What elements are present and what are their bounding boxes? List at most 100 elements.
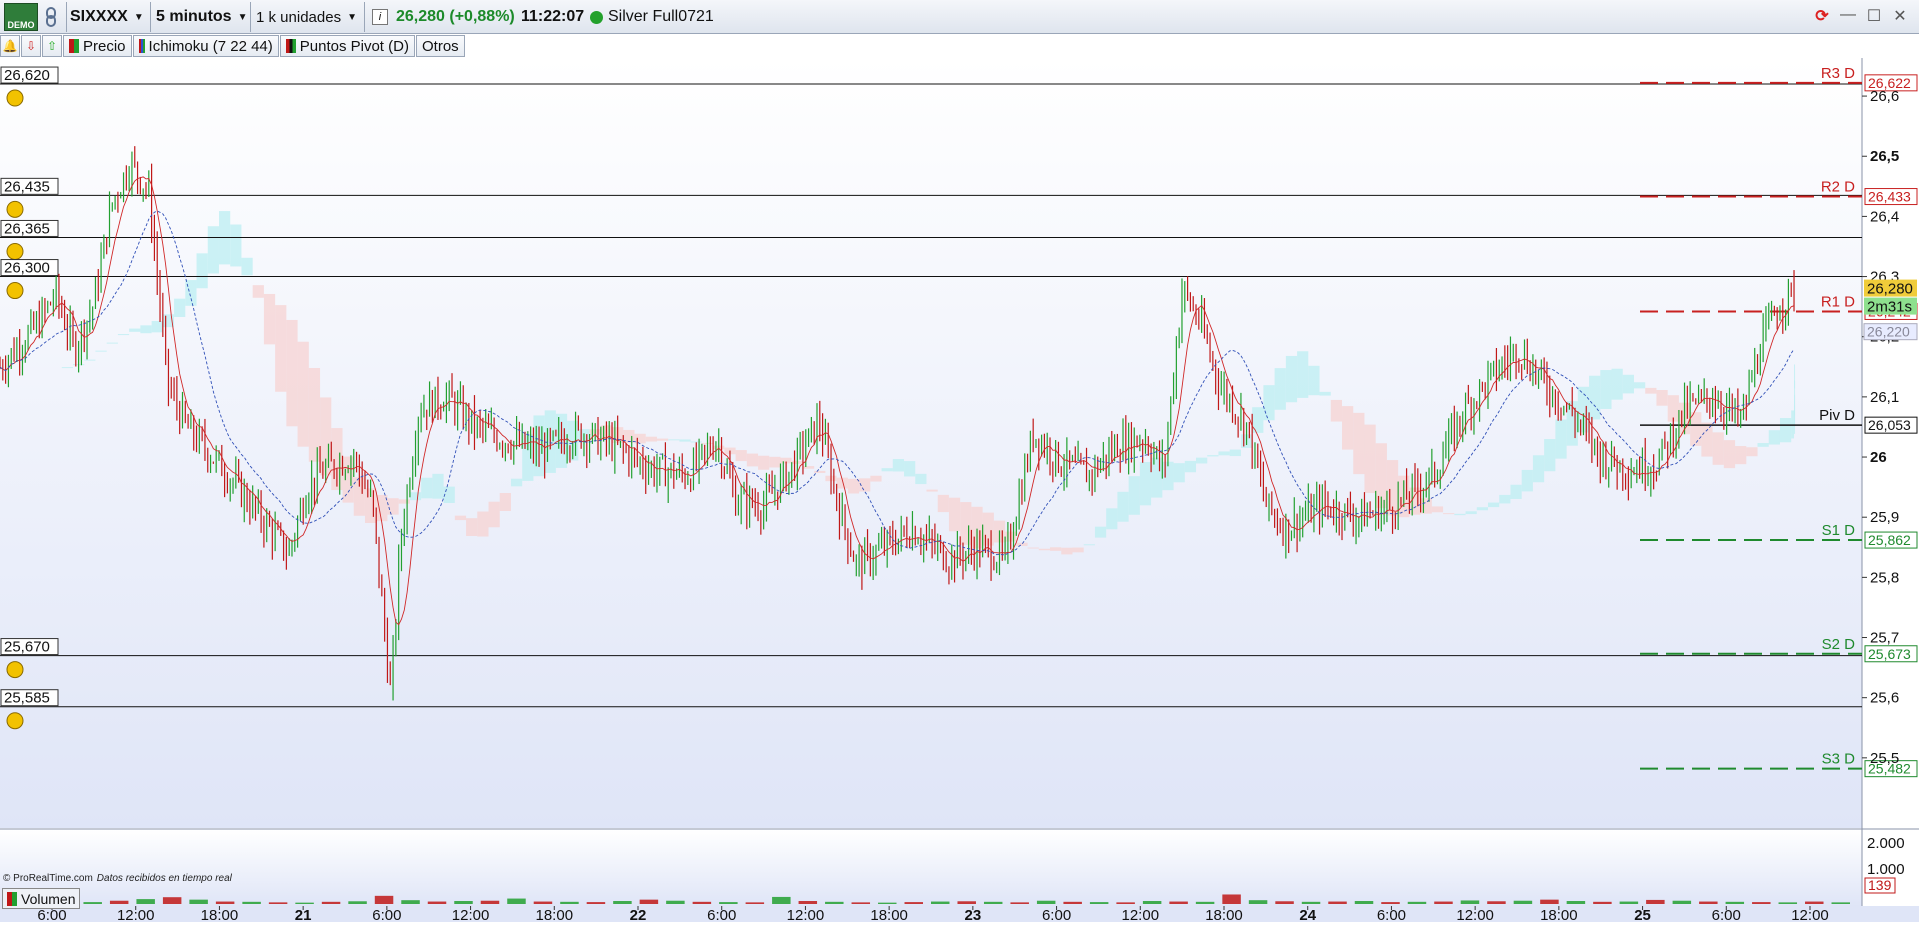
kumo-segment <box>1173 463 1185 483</box>
alert-bell-icon <box>6 200 24 218</box>
kumo-segment <box>1431 506 1444 513</box>
alert-price-label: 26,620 <box>4 67 50 84</box>
alert-bell-icon <box>6 242 24 260</box>
kumo-segment <box>1285 355 1298 403</box>
pivot-value-label: 25,673 <box>1868 646 1911 662</box>
pivot-value-label: 26,053 <box>1868 417 1911 433</box>
volume-bar <box>454 901 473 904</box>
kumo-segment <box>1308 365 1320 396</box>
volume-bar <box>798 901 818 904</box>
volume-pane <box>0 830 1862 906</box>
indicator-pivots[interactable]: Puntos Pivot (D) <box>279 35 415 57</box>
volume-bar <box>1381 902 1400 904</box>
volume-bar <box>1036 900 1056 904</box>
clock-display: 11:22:07 <box>521 8 585 25</box>
time-tick-label: 18:00 <box>1205 907 1243 922</box>
alert-price-label: 26,365 <box>4 220 50 237</box>
kumo-segment <box>117 334 130 336</box>
kumo-segment <box>870 475 882 482</box>
kumo-segment <box>1746 447 1758 457</box>
kumo-segment <box>645 436 657 442</box>
units-selector[interactable]: 1 k unidades ▼ <box>256 4 357 30</box>
volume-tick-label: 2.000 <box>1867 835 1905 852</box>
kumo-segment <box>1532 455 1545 483</box>
timeframe-selector[interactable]: 5 minutos ▼ <box>156 4 247 30</box>
kumo-segment <box>1589 375 1601 420</box>
kumo-segment <box>398 499 410 504</box>
link-icon[interactable] <box>44 4 62 30</box>
kumo-segment <box>1487 502 1500 508</box>
kumo-segment <box>1454 513 1466 516</box>
kumo-segment <box>735 450 747 462</box>
kumo-segment <box>1353 412 1365 475</box>
volume-indicator-button[interactable]: Volumen <box>2 888 81 909</box>
pivot-name: S1 D <box>1822 522 1856 539</box>
kumo-segment <box>1252 407 1264 433</box>
volume-bar <box>1354 901 1374 904</box>
kumo-segment <box>1016 542 1028 546</box>
kumo-segment <box>926 489 938 492</box>
ichimoku-value-label: 26,220 <box>1867 324 1910 340</box>
minimize-icon[interactable]: — <box>1839 6 1857 26</box>
maximize-icon[interactable]: ☐ <box>1865 6 1883 26</box>
kumo-segment <box>129 328 141 332</box>
kumo-segment <box>454 515 467 521</box>
price-chart[interactable]: 26,620 26,435 26,365 26,300 25,670 25,585 R3 … <box>0 58 1919 924</box>
kumo-segment <box>286 319 298 427</box>
info-icon[interactable]: i <box>372 9 388 25</box>
kumo-segment <box>1184 460 1197 473</box>
kumo-segment <box>679 439 691 442</box>
kumo-segment <box>1779 418 1792 443</box>
volume-bar <box>215 901 235 904</box>
volume-bar <box>1116 902 1135 904</box>
kumo-segment <box>342 456 354 503</box>
kumo-segment <box>1757 443 1769 447</box>
close-icon[interactable]: ✕ <box>1891 6 1909 26</box>
time-tick-label: 24 <box>1299 907 1316 922</box>
alert-bell-icon <box>6 712 24 730</box>
volume-bar <box>1672 900 1692 904</box>
pivot-value-label: 25,862 <box>1868 532 1911 548</box>
time-tick-label: 18:00 <box>1540 907 1578 922</box>
volume-bar <box>1725 901 1745 904</box>
kumo-segment <box>1794 364 1796 389</box>
volume-bar <box>957 901 976 904</box>
volume-bar <box>560 901 579 904</box>
kumo-segment <box>1342 406 1354 450</box>
indicator-ichimoku[interactable]: Ichimoku (7 22 44) <box>132 35 279 57</box>
chart-area[interactable]: 26,620 26,435 26,365 26,300 25,670 25,585 R3 … <box>0 58 1919 924</box>
kumo-segment <box>1139 462 1152 506</box>
kumo-segment <box>1633 382 1646 389</box>
kumo-segment <box>1611 368 1623 400</box>
kumo-segment <box>881 468 893 472</box>
price-pane <box>0 58 1862 828</box>
buy-arrow-icon[interactable]: ⇧ <box>42 35 62 57</box>
volume-bar <box>1275 901 1294 904</box>
kumo-segment <box>814 470 826 473</box>
time-tick-label: 25 <box>1634 907 1651 922</box>
kumo-segment <box>1128 476 1140 515</box>
sell-arrow-icon[interactable]: ⇩ <box>21 35 41 57</box>
time-tick-label: 12:00 <box>452 907 490 922</box>
kumo-segment <box>1712 432 1724 465</box>
refresh-icon[interactable]: ⟳ <box>1813 6 1831 26</box>
price-tick-label: 26,4 <box>1870 208 1899 225</box>
alert-bell-icon[interactable]: 🔔 <box>0 35 20 57</box>
copyright-note: © ProRealTime.com Datos recibidos en tiem… <box>3 873 232 884</box>
kumo-segment <box>1443 513 1455 515</box>
indicator-precio[interactable]: Precio <box>63 35 132 57</box>
kumo-segment <box>1656 389 1668 406</box>
alert-price-label: 25,670 <box>4 639 50 656</box>
kumo-segment <box>1207 455 1219 457</box>
volume-current-label: 139 <box>1868 877 1892 893</box>
volume-tick-label: 1.000 <box>1867 861 1905 878</box>
volume-bar <box>507 898 526 904</box>
kumo-segment <box>443 486 455 504</box>
volume-bar <box>1831 902 1850 904</box>
indicator-otros[interactable]: Otros <box>415 35 465 57</box>
volume-bar <box>1566 901 1586 904</box>
chevron-down-icon: ▼ <box>237 11 248 23</box>
kumo-segment <box>1476 507 1488 511</box>
symbol-selector[interactable]: SIXXXX ▼ <box>70 4 144 30</box>
price-tick-label: 25,5 <box>1870 750 1899 767</box>
